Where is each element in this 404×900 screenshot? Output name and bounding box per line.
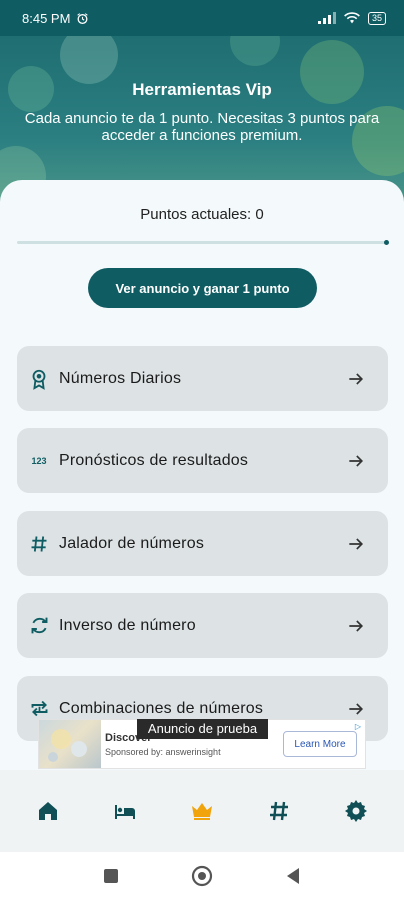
watch-ad-button[interactable]: Ver anuncio y ganar 1 punto bbox=[88, 268, 317, 308]
arrow-right-icon bbox=[349, 537, 364, 550]
ad-test-label: Anuncio de prueba bbox=[137, 719, 268, 739]
recent-apps-icon[interactable] bbox=[103, 868, 119, 884]
menu-item-label: Jalador de números bbox=[59, 534, 205, 552]
numbers-123-icon: 123 bbox=[31, 455, 47, 466]
menu-item-label: Combinaciones de números bbox=[59, 699, 264, 717]
alarm-icon bbox=[77, 12, 89, 24]
ad-learn-more-button[interactable]: Learn More bbox=[283, 731, 357, 757]
ad-thumbnail bbox=[39, 720, 101, 768]
bottom-nav bbox=[0, 770, 404, 852]
system-nav-bar bbox=[0, 852, 404, 900]
home-circle-icon[interactable] bbox=[191, 865, 213, 887]
arrow-right-icon bbox=[349, 372, 364, 385]
menu-item-label: Números Diarios bbox=[59, 369, 182, 387]
bed-icon bbox=[115, 805, 136, 819]
home-icon bbox=[39, 802, 58, 820]
menu-item-jalador[interactable]: Jalador de números bbox=[17, 511, 388, 576]
menu-item-label: Inverso de número bbox=[59, 616, 196, 634]
nav-bed[interactable] bbox=[97, 783, 153, 839]
wifi-icon bbox=[344, 12, 360, 24]
menu-item-pronosticos[interactable]: 123 Pronósticos de resultados bbox=[17, 428, 388, 493]
nav-home[interactable] bbox=[20, 783, 76, 839]
progress-end-dot bbox=[384, 240, 389, 245]
menu-item-inverso[interactable]: Inverso de número bbox=[17, 593, 388, 658]
adchoices-icon[interactable]: ▷ bbox=[355, 722, 361, 731]
arrow-right-icon bbox=[349, 702, 364, 715]
arrow-right-icon bbox=[349, 619, 364, 632]
back-icon[interactable] bbox=[285, 867, 301, 885]
hashtag-icon bbox=[27, 532, 51, 556]
repeat-one-icon bbox=[27, 697, 51, 721]
sync-icon bbox=[27, 614, 51, 638]
battery-icon: 35 bbox=[367, 11, 386, 25]
nav-numbers[interactable] bbox=[251, 783, 307, 839]
status-bar: 8:45 PM 35 bbox=[0, 0, 404, 36]
hashtag-icon bbox=[269, 801, 288, 821]
menu-item-label: Pronósticos de resultados bbox=[59, 451, 249, 469]
ad-sponsor: Sponsored by: answerinsight bbox=[105, 746, 221, 757]
main-card: Puntos actuales: 0 Ver anuncio y ganar 1… bbox=[0, 180, 404, 770]
nav-settings[interactable] bbox=[328, 783, 384, 839]
signal-icon bbox=[317, 12, 336, 24]
page-subtitle: Cada anuncio te da 1 punto. Necesitas 3 … bbox=[24, 110, 380, 144]
status-time: 8:45 PM bbox=[22, 10, 71, 26]
crown-icon bbox=[191, 803, 212, 820]
points-label: Puntos actuales: 0 bbox=[140, 206, 264, 223]
menu-item-numeros-diarios[interactable]: Números Diarios bbox=[17, 346, 388, 411]
nav-vip[interactable] bbox=[174, 783, 230, 839]
award-ribbon-icon bbox=[27, 367, 51, 391]
gear-icon bbox=[344, 800, 367, 822]
arrow-right-icon bbox=[349, 454, 364, 467]
page-title: Herramientas Vip bbox=[132, 80, 272, 99]
points-progress-bar bbox=[17, 240, 389, 245]
